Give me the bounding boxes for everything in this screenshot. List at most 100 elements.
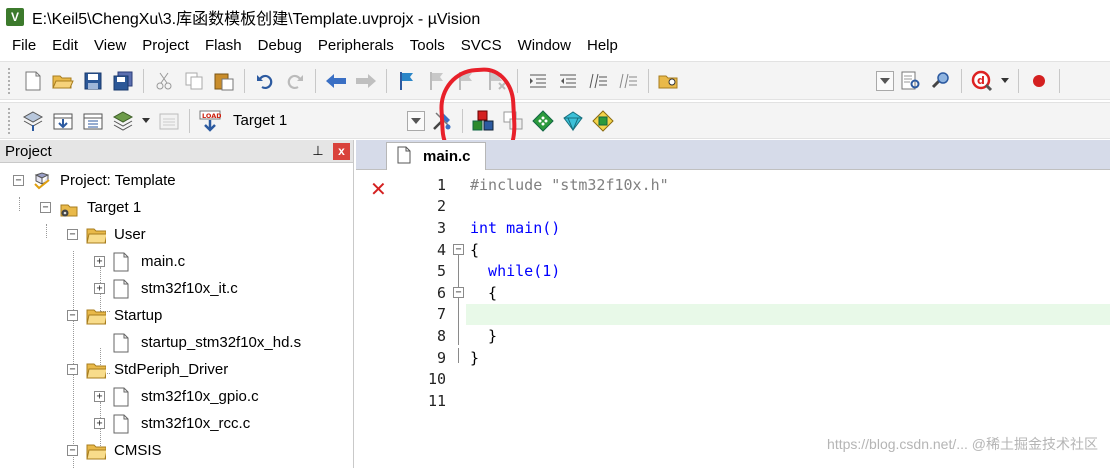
collapse-icon[interactable]: − — [67, 445, 78, 456]
select-packs-icon[interactable] — [531, 109, 555, 133]
tree-item-target[interactable]: − Target 1 — [40, 194, 141, 221]
menu-flash[interactable]: Flash — [197, 33, 250, 59]
bookmark-next-icon[interactable] — [455, 69, 479, 93]
save-icon[interactable] — [81, 69, 105, 93]
line-number: 3 — [436, 218, 446, 237]
toolbar-grip[interactable] — [8, 107, 12, 134]
menu-project[interactable]: Project — [134, 33, 197, 59]
tree-item-file-startup[interactable]: startup_stm32f10x_hd.s — [113, 329, 301, 356]
code-line: 8 } — [356, 325, 1110, 347]
pack-installer-icon[interactable] — [591, 109, 615, 133]
menu-debug[interactable]: Debug — [250, 33, 310, 59]
copy-icon[interactable] — [182, 69, 206, 93]
menu-view[interactable]: View — [86, 33, 134, 59]
expand-icon[interactable]: + — [94, 391, 105, 402]
file-icon — [113, 387, 133, 406]
find-combo-dropdown[interactable] — [876, 70, 894, 91]
svg-text:d: d — [977, 74, 985, 87]
debug-dropdown-icon[interactable] — [1000, 69, 1010, 93]
editor-tab-strip: main.c — [356, 140, 1110, 170]
line-number: 8 — [436, 326, 446, 345]
fold-collapse-icon[interactable]: − — [453, 244, 464, 256]
menu-edit[interactable]: Edit — [44, 33, 86, 59]
find-icon[interactable] — [899, 69, 923, 93]
batch-build-icon[interactable] — [111, 109, 135, 133]
tab-main-c[interactable]: main.c — [386, 142, 486, 170]
manage-rte-icon[interactable] — [561, 109, 585, 133]
navigate-forward-icon[interactable] — [354, 69, 378, 93]
unindent-icon[interactable] — [556, 69, 580, 93]
menu-file[interactable]: File — [0, 33, 44, 59]
rebuild-icon[interactable] — [81, 109, 105, 133]
tree-item-file-rcc[interactable]: + stm32f10x_rcc.c — [94, 410, 250, 437]
expand-icon[interactable]: + — [94, 283, 105, 294]
batch-build-dropdown-icon[interactable] — [141, 109, 151, 133]
collapse-icon[interactable]: − — [40, 202, 51, 213]
menu-svcs[interactable]: SVCS — [453, 33, 510, 59]
cut-icon[interactable] — [152, 69, 176, 93]
save-all-icon[interactable] — [111, 69, 135, 93]
uvision-app-icon: V — [6, 7, 24, 26]
collapse-icon[interactable]: − — [67, 364, 78, 375]
collapse-icon[interactable]: − — [13, 175, 24, 186]
translate-icon[interactable] — [21, 109, 45, 133]
expand-icon[interactable]: + — [94, 418, 105, 429]
code-line: 2 — [356, 196, 1110, 218]
breakpoint-icon[interactable] — [1027, 69, 1051, 93]
collapse-icon[interactable]: − — [67, 229, 78, 240]
bookmark-clear-icon[interactable] — [485, 69, 509, 93]
fold-collapse-icon[interactable]: − — [453, 287, 464, 299]
manage-project-items-icon[interactable] — [501, 109, 525, 133]
tree-item-group-user[interactable]: − User — [67, 221, 146, 248]
tree-item-label: User — [114, 226, 146, 243]
toolbar-grip[interactable] — [8, 67, 12, 94]
tree-item-label: stm32f10x_rcc.c — [141, 415, 251, 432]
indent-icon[interactable] — [526, 69, 550, 93]
uncomment-icon[interactable] — [616, 69, 640, 93]
paste-icon[interactable] — [212, 69, 236, 93]
tree-item-file-main[interactable]: + main.c — [94, 248, 185, 275]
menu-peripherals[interactable]: Peripherals — [310, 33, 402, 59]
menu-tools[interactable]: Tools — [402, 33, 453, 59]
file-icon — [113, 333, 133, 352]
code-text: { — [470, 283, 498, 302]
redo-icon[interactable] — [283, 69, 307, 93]
collapse-icon[interactable]: − — [67, 310, 78, 321]
comment-icon[interactable] — [586, 69, 610, 93]
line-number: 2 — [436, 197, 446, 216]
build-icon[interactable] — [51, 109, 75, 133]
stop-build-icon[interactable] — [157, 109, 181, 133]
bookmark-icon[interactable] — [395, 69, 419, 93]
tree-item-label: Startup — [114, 307, 163, 324]
tree-item-group-stdperiph[interactable]: − StdPeriph_Driver — [67, 356, 228, 383]
target-select[interactable]: Target 1 — [233, 112, 405, 129]
toolbar-separator — [244, 68, 245, 93]
expand-icon[interactable]: + — [94, 256, 105, 267]
tree-item-file-gpio[interactable]: + stm32f10x_gpio.c — [94, 383, 259, 410]
tree-item-project[interactable]: − Project: Template — [13, 167, 176, 194]
title-bar: V E:\Keil5\ChengXu\3.库函数模板创建\Template.uv… — [0, 0, 1110, 33]
undo-icon[interactable] — [253, 69, 277, 93]
navigate-back-icon[interactable] — [324, 69, 348, 93]
tree-item-group-cmsis[interactable]: − CMSIS — [67, 437, 162, 464]
options-for-target-icon[interactable] — [430, 109, 454, 133]
target-dropdown[interactable] — [407, 110, 425, 131]
debug-session-icon[interactable]: d — [970, 69, 994, 93]
folder-icon — [86, 361, 106, 379]
new-file-icon[interactable] — [21, 69, 45, 93]
tree-item-group-startup[interactable]: − Startup — [67, 302, 162, 329]
menu-help[interactable]: Help — [579, 33, 626, 59]
code-text: } — [470, 326, 498, 345]
incremental-find-icon[interactable] — [929, 69, 953, 93]
tree-item-file-it[interactable]: + stm32f10x_it.c — [94, 275, 238, 302]
bookmark-prev-icon[interactable] — [425, 69, 449, 93]
download-icon[interactable]: LOAD — [198, 109, 222, 133]
code-editor[interactable]: ✕ 1 #include "stm32f10x.h" 2 3 int main(… — [356, 174, 1110, 468]
find-in-files-icon[interactable] — [657, 69, 681, 93]
pin-icon[interactable]: ⊥ — [309, 143, 327, 159]
menu-window[interactable]: Window — [510, 33, 579, 59]
open-folder-icon[interactable] — [51, 69, 75, 93]
file-extensions-icon[interactable] — [471, 109, 495, 133]
window-title: E:\Keil5\ChengXu\3.库函数模板创建\Template.uvpr… — [32, 10, 481, 28]
close-panel-button[interactable]: x — [333, 142, 350, 160]
